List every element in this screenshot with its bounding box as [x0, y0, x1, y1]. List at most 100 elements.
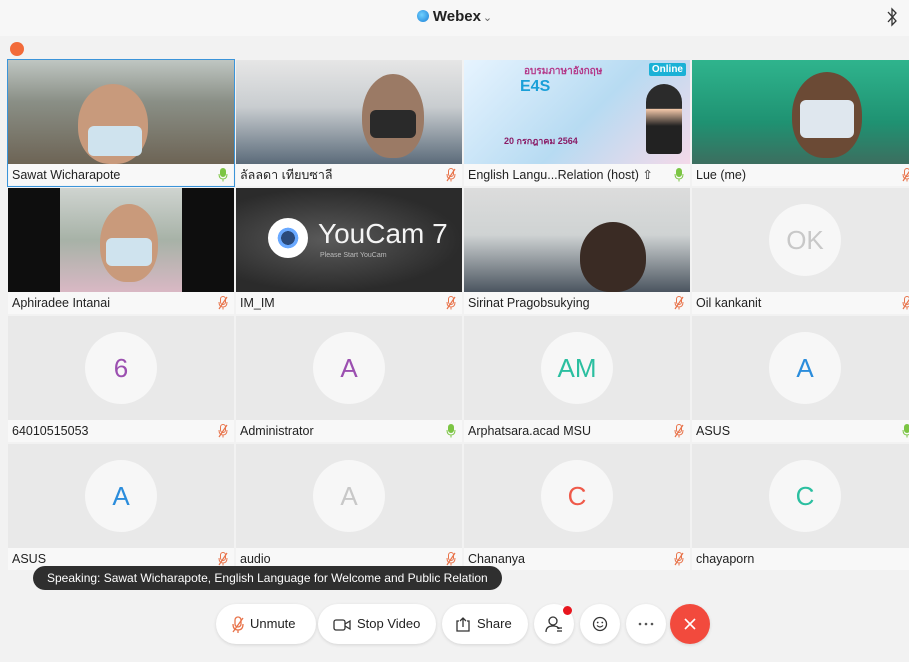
participant-name: Lue (me) [696, 168, 747, 182]
participant-tile[interactable]: A ASUS [8, 444, 234, 570]
mic-muted-icon [446, 552, 456, 566]
participant-name: Administrator [240, 424, 314, 438]
video-feed [8, 60, 234, 164]
unmute-button[interactable]: Unmute [216, 604, 316, 644]
mic-muted-icon [446, 296, 456, 310]
participant-tile[interactable]: 6 64010515053 [8, 316, 234, 442]
participant-tile[interactable]: YouCam 7 Please Start YouCam IM_IM [236, 188, 462, 314]
participants-icon [545, 616, 562, 633]
speaking-toast: Speaking: Sawat Wicharapote, English Lan… [33, 566, 502, 590]
participant-tile[interactable]: OK Oil kankanit [692, 188, 909, 314]
participant-tile[interactable]: A ASUS [692, 316, 909, 442]
stop-video-button[interactable]: Stop Video [318, 604, 436, 644]
participant-name-bar: ลัลลดา เทียบซาลี [236, 164, 462, 186]
participant-name: ASUS [696, 424, 731, 438]
participant-avatar: C [541, 460, 613, 532]
leave-meeting-button[interactable] [670, 604, 710, 644]
participant-name-bar: chayaporn [692, 548, 909, 570]
shared-slide: อบรมภาษาอังกฤษ Online E4S 20 กรกฎาคม 2564 [464, 60, 690, 164]
mic-muted-icon [902, 168, 909, 182]
participants-button[interactable] [534, 604, 574, 644]
mic-muted-icon [674, 424, 684, 438]
mic-on-icon [674, 168, 684, 182]
participant-avatar: A [769, 332, 841, 404]
participant-name-bar: English Langu...Relation (host) ⇧ [464, 164, 690, 186]
participant-name: Oil kankanit [696, 296, 762, 310]
participant-name: IM_IM [240, 296, 275, 310]
slide-title: อบรมภาษาอังกฤษ [524, 66, 603, 77]
participant-avatar: AM [541, 332, 613, 404]
mic-muted-icon [902, 296, 909, 310]
participant-name-bar: 64010515053 [8, 420, 234, 442]
mic-on-icon [902, 424, 909, 438]
participant-name-bar: Chananya [464, 548, 690, 570]
participant-name: chayaporn [696, 552, 755, 566]
webex-logo-icon [416, 10, 429, 22]
mic-muted-icon [674, 552, 684, 566]
mic-muted-icon [218, 424, 228, 438]
participant-name: ASUS [12, 552, 47, 566]
app-title-menu[interactable]: Webex ⌄ [0, 8, 909, 25]
participant-tile[interactable]: Sirinat Pragobsukying [464, 188, 690, 314]
close-icon [684, 618, 696, 630]
app-title: Webex [432, 8, 481, 25]
mic-muted-icon [218, 296, 228, 310]
video-feed [464, 188, 690, 292]
participant-avatar: OK [769, 204, 841, 276]
participant-name-bar: Sawat Wicharapote [8, 164, 234, 186]
share-button[interactable]: Share [442, 604, 528, 644]
participant-avatar: C [769, 460, 841, 532]
participant-name: Arphatsara.acad MSU [468, 424, 591, 438]
participant-tile[interactable]: Lue (me) [692, 60, 909, 186]
participant-tile[interactable]: C Chananya [464, 444, 690, 570]
slide-brand: E4S [520, 78, 551, 95]
participant-name: 64010515053 [12, 424, 89, 438]
video-camera-icon [333, 618, 351, 631]
participant-avatar: 6 [85, 332, 157, 404]
more-options-button[interactable] [626, 604, 666, 644]
participant-name-bar: Arphatsara.acad MSU [464, 420, 690, 442]
reactions-button[interactable] [580, 604, 620, 644]
participant-tile[interactable]: ลัลลดา เทียบซาลี [236, 60, 462, 186]
share-label: Share [477, 616, 512, 631]
participant-name-bar: Administrator [236, 420, 462, 442]
bluetooth-icon [887, 7, 897, 27]
participant-tile[interactable]: Aphiradee Intanai [8, 188, 234, 314]
stop-video-label: Stop Video [357, 616, 421, 631]
participant-name: Aphiradee Intanai [12, 296, 110, 310]
video-feed [692, 60, 909, 164]
participant-tile[interactable]: AM Arphatsara.acad MSU [464, 316, 690, 442]
participant-name: Sirinat Pragobsukying [468, 296, 590, 310]
notification-badge [563, 606, 572, 615]
participant-name-bar: Oil kankanit [692, 292, 909, 314]
participant-name-bar: ASUS [692, 420, 909, 442]
top-bar: Webex ⌄ [0, 0, 909, 36]
participant-avatar: A [313, 460, 385, 532]
participant-tile[interactable]: Cchayaporn [692, 444, 909, 570]
chevron-down-icon: ⌄ [482, 12, 493, 24]
mic-muted-icon [674, 296, 684, 310]
mic-on-icon [218, 168, 228, 182]
video-feed [236, 60, 462, 164]
participant-tile[interactable]: Aaudio [236, 444, 462, 570]
unmute-label: Unmute [250, 616, 296, 631]
participant-name: Chananya [468, 552, 525, 566]
share-icon [456, 616, 470, 632]
participant-tile[interactable]: Sawat Wicharapote [7, 59, 235, 187]
participant-tile[interactable]: อบรมภาษาอังกฤษ Online E4S 20 กรกฎาคม 2564 En… [464, 60, 690, 186]
smiley-icon [592, 616, 608, 632]
meeting-controls: Unmute Stop Video Share [0, 604, 909, 648]
participant-name: audio [240, 552, 271, 566]
mic-muted-icon [446, 168, 456, 182]
youcam-title: YouCam 7 [318, 218, 448, 249]
mic-muted-icon [232, 615, 244, 633]
mic-on-icon [446, 424, 456, 438]
participant-name-bar: Sirinat Pragobsukying [464, 292, 690, 314]
participant-avatar: A [313, 332, 385, 404]
sharing-icon: ⇧ [642, 168, 653, 182]
participant-tile[interactable]: A Administrator [236, 316, 462, 442]
participant-name: ลัลลดา เทียบซาลี [240, 168, 333, 182]
participant-name-bar: Lue (me) [692, 164, 909, 186]
more-dots-icon [638, 622, 654, 626]
slide-online-badge: Online [648, 63, 686, 76]
